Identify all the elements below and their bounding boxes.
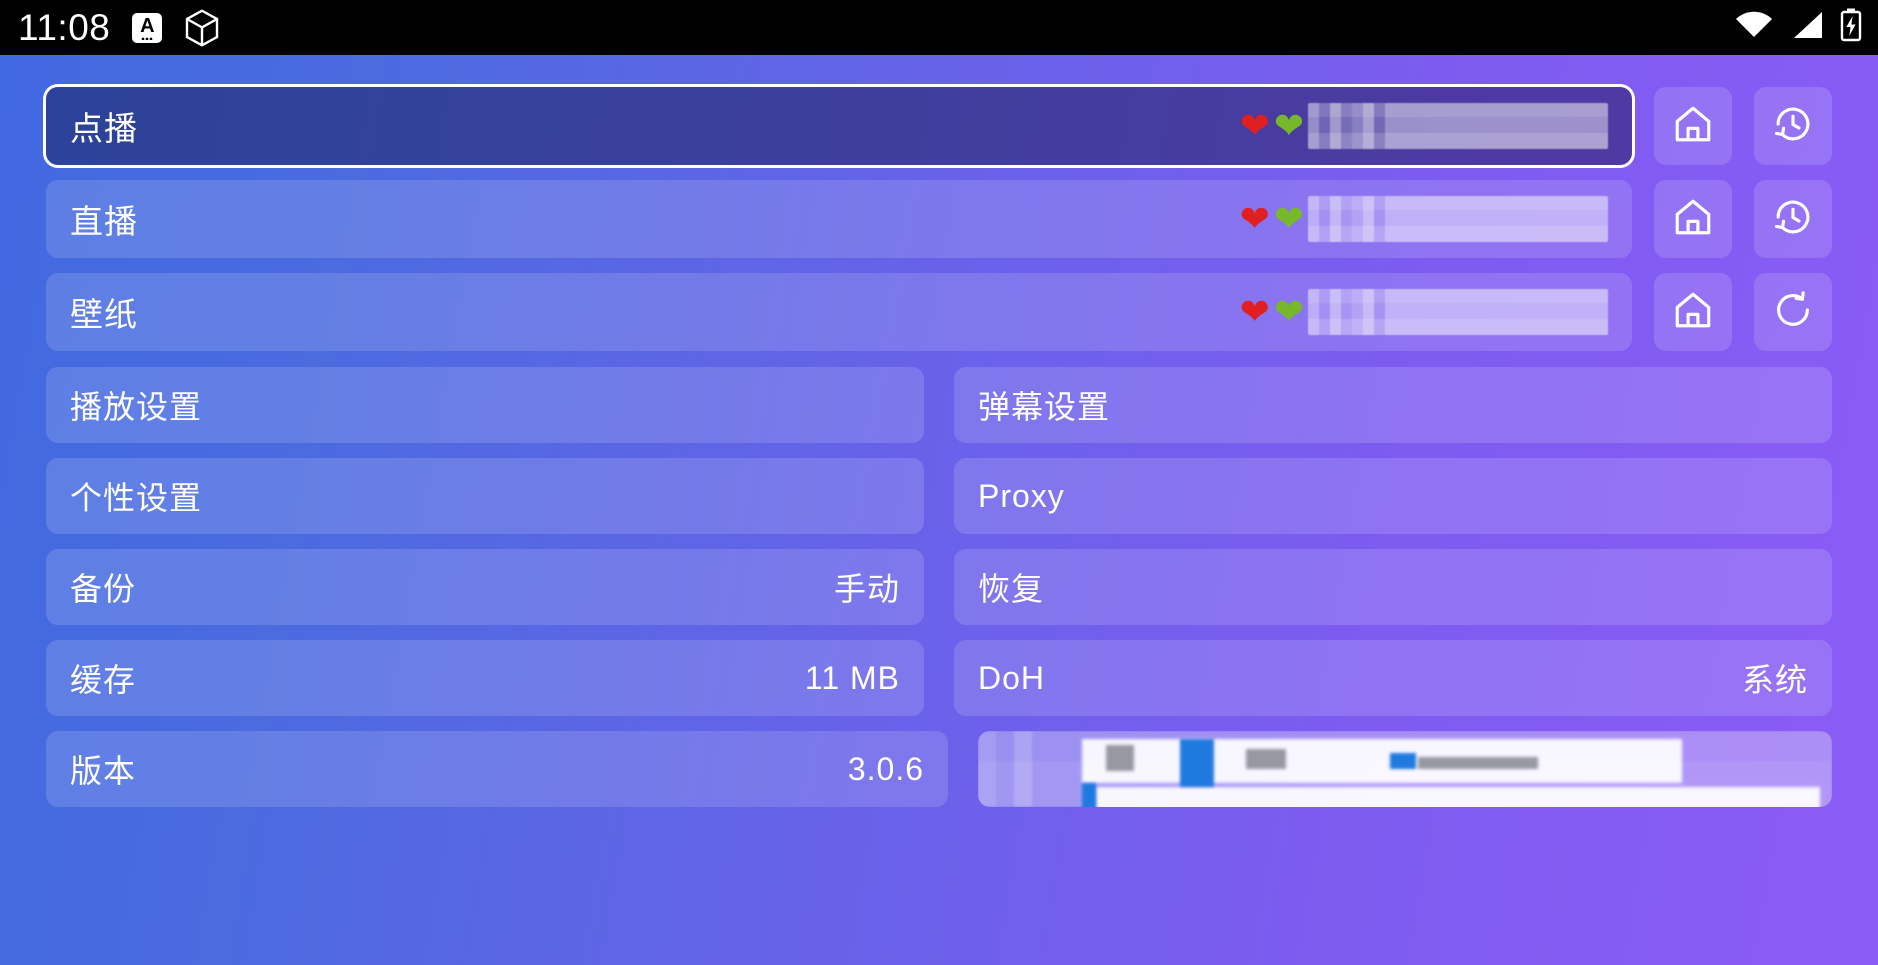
tile-restore[interactable]: 恢复 [954, 549, 1832, 625]
home-button-vod[interactable] [1654, 87, 1732, 165]
history-button-vod[interactable] [1754, 87, 1832, 165]
status-clock: 11:08 [18, 7, 111, 48]
status-bar-right [1734, 8, 1878, 47]
refresh-icon [1772, 289, 1814, 336]
source-card-vod[interactable]: 点播 ❤ ❤ [46, 87, 1632, 165]
tile-label: 缓存 [70, 662, 137, 698]
status-bar-left: 11:08 A [0, 8, 220, 48]
source-card-live-title: 直播 [70, 203, 138, 240]
tile-label: DoH [978, 659, 1046, 696]
tile-danmaku-settings[interactable]: 弹幕设置 [954, 367, 1832, 443]
tile-proxy[interactable]: Proxy [954, 458, 1832, 534]
tile-cache[interactable]: 缓存 11 MB [46, 640, 924, 716]
settings-row-2: 个性设置 Proxy [46, 458, 1832, 534]
home-button-live[interactable] [1654, 180, 1732, 258]
source-card-live[interactable]: 直播 ❤ ❤ [46, 180, 1632, 258]
settings-row-3: 备份 手动 恢复 [46, 549, 1832, 625]
home-icon [1672, 103, 1714, 150]
censored-overlay [978, 731, 1832, 807]
source-card-live-meta: ❤ ❤ [1240, 180, 1608, 258]
tile-value: 11 MB [804, 659, 900, 696]
source-card-wallpaper[interactable]: 壁纸 ❤ ❤ [46, 273, 1632, 351]
source-row-wallpaper: 壁纸 ❤ ❤ [46, 273, 1832, 351]
heart-red-icon: ❤ [1239, 105, 1270, 146]
heart-green-icon: ❤ [1273, 291, 1304, 332]
signal-icon [1790, 10, 1824, 45]
history-icon [1772, 103, 1814, 150]
tile-label: 个性设置 [70, 480, 203, 516]
wifi-icon [1734, 10, 1774, 45]
settings-row-5: 版本 3.0.6 [46, 731, 1832, 807]
tile-label: 播放设置 [70, 389, 203, 425]
tile-value: 3.0.6 [847, 750, 924, 787]
cube-icon [184, 8, 220, 48]
settings-row-4: 缓存 11 MB DoH 系统 [46, 640, 1832, 716]
source-row-vod: 点播 ❤ ❤ [46, 87, 1832, 165]
history-button-live[interactable] [1754, 180, 1832, 258]
status-bar: 11:08 A [0, 0, 1878, 55]
tile-label: Proxy [978, 477, 1065, 514]
battery-charging-icon [1840, 8, 1862, 47]
heart-green-icon: ❤ [1273, 105, 1304, 146]
source-card-vod-title: 点播 [70, 110, 138, 147]
tile-label: 版本 [70, 753, 137, 789]
source-card-wallpaper-meta: ❤ ❤ [1240, 273, 1608, 351]
home-icon [1672, 196, 1714, 243]
source-name-censored [1308, 103, 1608, 149]
tile-doh[interactable]: DoH 系统 [954, 640, 1832, 716]
tile-personalization-settings[interactable]: 个性设置 [46, 458, 924, 534]
settings-screen: 点播 ❤ ❤ 直播 ❤ ❤ 壁纸 ❤ ❤ 播放设置 弹幕设置 个性设置 Prox… [0, 55, 1878, 965]
refresh-button-wallpaper[interactable] [1754, 273, 1832, 351]
source-card-vod-meta: ❤ ❤ [1240, 87, 1608, 165]
source-name-censored [1308, 196, 1608, 242]
tile-backup[interactable]: 备份 手动 [46, 549, 924, 625]
tile-label: 弹幕设置 [978, 389, 1111, 425]
heart-green-icon: ❤ [1273, 198, 1304, 239]
source-card-wallpaper-title: 壁纸 [70, 296, 138, 333]
heart-red-icon: ❤ [1239, 291, 1270, 332]
tile-value: 系统 [1741, 662, 1808, 698]
source-name-censored [1308, 289, 1608, 335]
tile-value: 手动 [833, 571, 900, 607]
tile-label: 备份 [70, 571, 137, 607]
tile-label: 恢复 [978, 571, 1045, 607]
home-icon [1672, 289, 1714, 336]
tile-playback-settings[interactable]: 播放设置 [46, 367, 924, 443]
source-row-live: 直播 ❤ ❤ [46, 180, 1832, 258]
app-badge-icon: A [132, 12, 163, 43]
heart-red-icon: ❤ [1239, 198, 1270, 239]
tile-censored-content[interactable] [978, 731, 1832, 807]
home-button-wallpaper[interactable] [1654, 273, 1732, 351]
history-icon [1772, 196, 1814, 243]
tile-version[interactable]: 版本 3.0.6 [46, 731, 948, 807]
settings-row-1: 播放设置 弹幕设置 [46, 367, 1832, 443]
